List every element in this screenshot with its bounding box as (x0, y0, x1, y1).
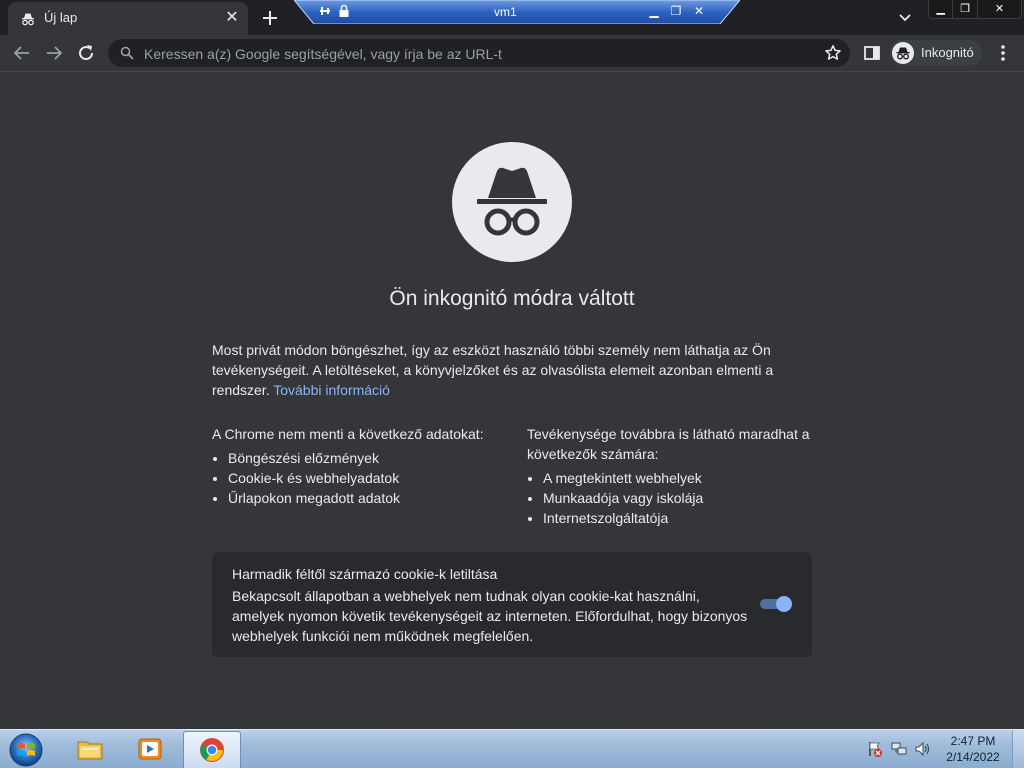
search-icon (120, 46, 134, 60)
clock-time: 2:47 PM (950, 734, 996, 748)
restore-icon[interactable]: ❐ (953, 0, 978, 18)
network-icon[interactable] (890, 740, 908, 758)
cookie-card-description: Bekapcsolt állapotban a webhelyek nem tu… (232, 588, 748, 644)
incognito-icon (452, 142, 572, 262)
vm-title: vm1 (494, 5, 517, 19)
pin-icon[interactable] (318, 4, 332, 18)
not-saved-heading: A Chrome nem menti a következő adatokat: (212, 426, 484, 442)
vm-connection-bar: vm1 ▁ ❐ ✕ (294, 0, 740, 24)
visible-to-list: A megtekintett webhelyek Munkaadója vagy… (527, 468, 817, 528)
address-input[interactable] (142, 43, 806, 65)
clock-date: 2/14/2022 (946, 750, 1000, 764)
intro-paragraph: Most privát módon böngészhet, így az esz… (212, 340, 812, 400)
browser-toolbar: Inkognitó (0, 35, 1024, 72)
minimize-icon[interactable]: ▁ (646, 3, 662, 19)
action-center-icon[interactable] (866, 740, 884, 758)
incognito-profile-button[interactable]: Inkognitó (890, 40, 982, 66)
tab-title: Új lap (44, 10, 78, 25)
chevron-down-icon[interactable] (896, 8, 914, 26)
tab-strip: Új lap ✕ vm1 ▁ ❐ ✕ ▁ ❐ ✕ (0, 0, 1024, 35)
arrow-right-icon[interactable] (42, 41, 66, 65)
page-title: Ön inkognitó módra váltott (389, 287, 635, 310)
minimize-icon[interactable]: ▁ (929, 0, 954, 18)
toggle-knob (776, 596, 792, 612)
new-tab-button[interactable] (258, 6, 282, 30)
block-cookies-toggle[interactable] (760, 596, 792, 612)
close-icon[interactable]: ✕ (691, 3, 707, 19)
list-item: Munkaadója vagy iskolája (543, 488, 817, 508)
reload-icon[interactable] (74, 41, 98, 65)
list-item: Űrlapokon megadott adatok (228, 488, 502, 508)
close-icon[interactable]: ✕ (224, 10, 240, 26)
tab-new-tab[interactable]: Új lap ✕ (8, 2, 248, 35)
taskbar: 2:47 PM 2/14/2022 (0, 729, 1024, 768)
window-controls: ▁ ❐ ✕ (928, 0, 1022, 19)
lock-icon (339, 4, 349, 17)
list-item: Cookie-k és webhelyadatok (228, 468, 502, 488)
star-icon[interactable] (824, 44, 842, 62)
media-player-icon (138, 738, 162, 760)
taskbar-explorer[interactable] (62, 731, 118, 768)
plus-icon (263, 11, 277, 25)
close-icon[interactable]: ✕ (977, 0, 1021, 18)
not-saved-section: A Chrome nem menti a következő adatokat:… (212, 424, 502, 508)
screen: Új lap ✕ vm1 ▁ ❐ ✕ ▁ ❐ ✕ Keressen a(z) G… (0, 0, 1024, 768)
folder-icon (77, 741, 103, 760)
profile-label: Inkognitó (921, 45, 974, 60)
learn-more-link[interactable]: További információ (273, 382, 390, 398)
visible-to-heading: Tevékenysége továbbra is látható maradha… (527, 426, 810, 462)
chrome-icon (200, 738, 224, 762)
taskbar-chrome[interactable] (183, 731, 241, 768)
taskbar-clock[interactable]: 2:47 PM 2/14/2022 (940, 733, 1006, 765)
windows-start-icon[interactable] (6, 732, 46, 768)
third-party-cookie-card: Harmadik féltől származó cookie-k letilt… (212, 552, 812, 657)
incognito-icon (22, 13, 34, 26)
incognito-icon (892, 42, 914, 64)
list-item: Böngészési előzmények (228, 448, 502, 468)
restore-icon[interactable]: ❐ (668, 3, 684, 19)
list-item: Internetszolgáltatója (543, 508, 817, 528)
side-panel-icon[interactable] (862, 43, 882, 63)
address-bar[interactable] (108, 39, 850, 67)
visible-to-section: Tevékenysége továbbra is látható maradha… (527, 424, 817, 528)
incognito-page: Ön inkognitó módra váltott Most privát m… (0, 72, 1024, 729)
list-item: A megtekintett webhelyek (543, 468, 817, 488)
kebab-menu-icon[interactable] (994, 42, 1012, 64)
volume-icon[interactable] (914, 740, 932, 758)
not-saved-list: Böngészési előzmények Cookie-k és webhel… (212, 448, 502, 508)
taskbar-media-player[interactable] (122, 731, 178, 768)
show-desktop-button[interactable] (1012, 730, 1024, 768)
cookie-card-title: Harmadik féltől származó cookie-k letilt… (232, 566, 498, 582)
arrow-left-icon[interactable] (10, 41, 34, 65)
